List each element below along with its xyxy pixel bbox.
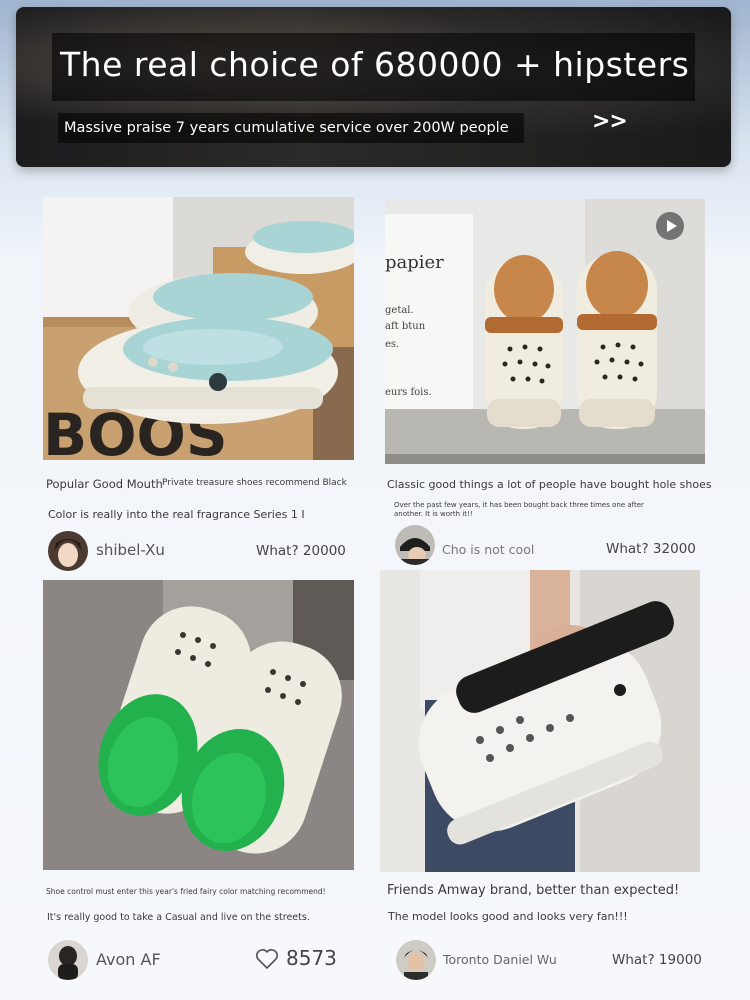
card-photo-black-white-clogs[interactable] [380, 570, 700, 872]
avatar[interactable] [396, 940, 436, 980]
card4-description: The model looks good and looks very fan!… [388, 910, 628, 923]
card1-count: What? 20000 [256, 543, 346, 559]
box-text-4: es. [385, 339, 399, 350]
card-photo-blue-clogs[interactable]: BOOS [43, 197, 354, 460]
hero-banner: The real choice of 680000 + hipsters Mas… [16, 7, 731, 167]
card2-count: What? 32000 [606, 541, 696, 557]
card3-like-count: 8573 [286, 946, 337, 970]
card3-title: Shoe control must enter this year's frie… [46, 887, 326, 896]
card2-description: Over the past few years, it has been bou… [394, 501, 644, 518]
card4-count: What? 19000 [612, 952, 702, 968]
card3-description: It's really good to take a Casual and li… [47, 912, 310, 923]
avatar[interactable] [48, 531, 88, 571]
banner-subtitle: Massive praise 7 years cumulative servic… [58, 113, 524, 143]
card-photo-green-clogs[interactable] [43, 580, 354, 870]
banner-title: The real choice of 680000 + hipsters [52, 33, 695, 101]
card4-username[interactable]: Toronto Daniel Wu [443, 952, 557, 967]
box-text-5: eurs fois. [385, 387, 432, 398]
card1-title: Private treasure shoes recommend Black [162, 478, 347, 488]
box-text-3: aft btun [385, 321, 426, 332]
avatar[interactable] [48, 940, 88, 980]
card1-description: Color is really into the real fragrance … [48, 508, 305, 521]
card1-username[interactable]: shibel-Xu [96, 541, 165, 559]
card1-tag: Popular Good Mouth [46, 477, 163, 491]
avatar[interactable] [395, 525, 435, 565]
box-text-2: getal. [385, 305, 414, 316]
card-photo-brown-clogs[interactable]: papier getal. aft btun es. eurs fois. [385, 199, 705, 464]
double-chevron-right-icon[interactable]: >> [592, 109, 628, 134]
card3-username[interactable]: Avon AF [96, 950, 161, 969]
card2-title: Classic good things a lot of people have… [387, 478, 712, 491]
card4-title: Friends Amway brand, better than expecte… [387, 883, 680, 898]
card2-username[interactable]: Cho is not cool [442, 542, 534, 557]
box-text-1: papier [385, 252, 444, 273]
heart-icon[interactable] [255, 948, 279, 970]
play-icon[interactable] [656, 212, 684, 240]
